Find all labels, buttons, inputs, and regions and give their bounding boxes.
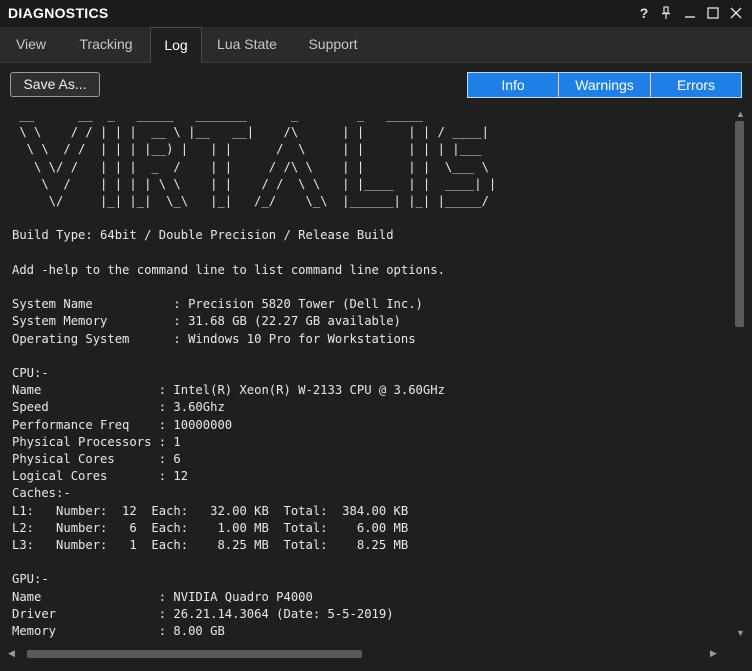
log-line: GPU:- bbox=[12, 572, 49, 587]
tab-tracking[interactable]: Tracking bbox=[62, 27, 150, 63]
vertical-scrollbar[interactable]: ▲ ▼ bbox=[727, 107, 752, 642]
diagnostics-window: DIAGNOSTICS ? View Tracking Log Lua Stat… bbox=[0, 0, 752, 671]
log-line: L2: Number: 6 Each: 1.00 MB Total: 6.00 … bbox=[12, 520, 409, 535]
log-line: Build Type: 64bit / Double Precision / R… bbox=[12, 228, 394, 243]
log-line: Memory : 8.00 GB bbox=[12, 624, 225, 639]
log-line: Caches:- bbox=[12, 486, 71, 501]
log-line: Name : NVIDIA Quadro P4000 bbox=[12, 589, 313, 604]
log-output[interactable]: __ __ _ _____ _______ _ _ _____ \ \ / / … bbox=[0, 107, 727, 642]
log-line: __ __ _ _____ _______ _ _ _____ bbox=[12, 108, 423, 122]
help-glyph: ? bbox=[639, 5, 649, 21]
log-line: Logical Cores : 12 bbox=[12, 469, 189, 484]
pin-icon[interactable] bbox=[656, 3, 676, 23]
log-line: System Memory : 31.68 GB (22.27 GB avail… bbox=[12, 314, 401, 329]
log-line: L3: Number: 1 Each: 8.25 MB Total: 8.25 … bbox=[12, 538, 409, 553]
log-line: Physical Processors : 1 bbox=[12, 434, 181, 449]
warnings-filter-button[interactable]: Warnings bbox=[558, 72, 651, 98]
log-line: Driver : 26.21.14.3064 (Date: 5-5-2019) bbox=[12, 606, 394, 621]
log-line: \/ |_| |_| \_\ |_| /_/ \_\ |______| |_| … bbox=[12, 194, 489, 209]
log-line: \ \ / / | | | __ \ |__ __| /\ | | | | / … bbox=[12, 125, 489, 140]
errors-filter-button[interactable]: Errors bbox=[650, 72, 742, 98]
scroll-right-icon[interactable]: ▶ bbox=[710, 649, 717, 658]
title-bar[interactable]: DIAGNOSTICS ? bbox=[0, 0, 752, 27]
log-line: L1: Number: 12 Each: 32.00 KB Total: 384… bbox=[12, 503, 409, 518]
scroll-up-icon[interactable]: ▲ bbox=[736, 110, 745, 119]
log-line: \ \/ / | | | _ / | | / /\ \ | | | | \___… bbox=[12, 159, 489, 174]
tab-support[interactable]: Support bbox=[292, 27, 374, 63]
log-line: \ / | | | | \ \ | | / / \ \ | |____ | | … bbox=[12, 176, 497, 191]
log-text: __ __ _ _____ _______ _ _ _____ \ \ / / … bbox=[0, 107, 727, 640]
log-line: Add -help to the command line to list co… bbox=[12, 262, 445, 277]
maximize-icon[interactable] bbox=[703, 3, 723, 23]
save-as-button[interactable]: Save As... bbox=[10, 72, 100, 97]
log-line: \ \ / / | | | |__) | | | / \ | | | | | |… bbox=[12, 142, 482, 157]
tab-lua-state[interactable]: Lua State bbox=[202, 27, 292, 63]
window-title: DIAGNOSTICS bbox=[8, 5, 109, 21]
scroll-left-icon[interactable]: ◀ bbox=[8, 649, 15, 658]
log-line: System Name : Precision 5820 Tower (Dell… bbox=[12, 297, 423, 312]
tab-bar: View Tracking Log Lua State Support bbox=[0, 27, 752, 64]
log-line: Operating System : Windows 10 Pro for Wo… bbox=[12, 331, 416, 346]
log-line: Speed : 3.60Ghz bbox=[12, 400, 225, 415]
log-line: CPU:- bbox=[12, 366, 49, 381]
horizontal-scroll-thumb[interactable] bbox=[27, 650, 362, 658]
minimize-icon[interactable] bbox=[680, 3, 700, 23]
log-toolbar: Save As... Info Warnings Errors bbox=[0, 63, 752, 107]
info-filter-button[interactable]: Info bbox=[467, 72, 559, 98]
tab-view[interactable]: View bbox=[0, 27, 62, 63]
horizontal-scrollbar[interactable]: ◀ ▶ bbox=[0, 642, 752, 671]
help-icon[interactable]: ? bbox=[634, 3, 654, 23]
vertical-scroll-thumb[interactable] bbox=[735, 121, 744, 327]
log-line: Physical Cores : 6 bbox=[12, 452, 181, 467]
scroll-down-icon[interactable]: ▼ bbox=[736, 629, 745, 638]
log-line: Name : Intel(R) Xeon(R) W-2133 CPU @ 3.6… bbox=[12, 383, 445, 398]
tab-log[interactable]: Log bbox=[150, 27, 202, 64]
log-line: Performance Freq : 10000000 bbox=[12, 417, 233, 432]
close-icon[interactable] bbox=[726, 3, 746, 23]
